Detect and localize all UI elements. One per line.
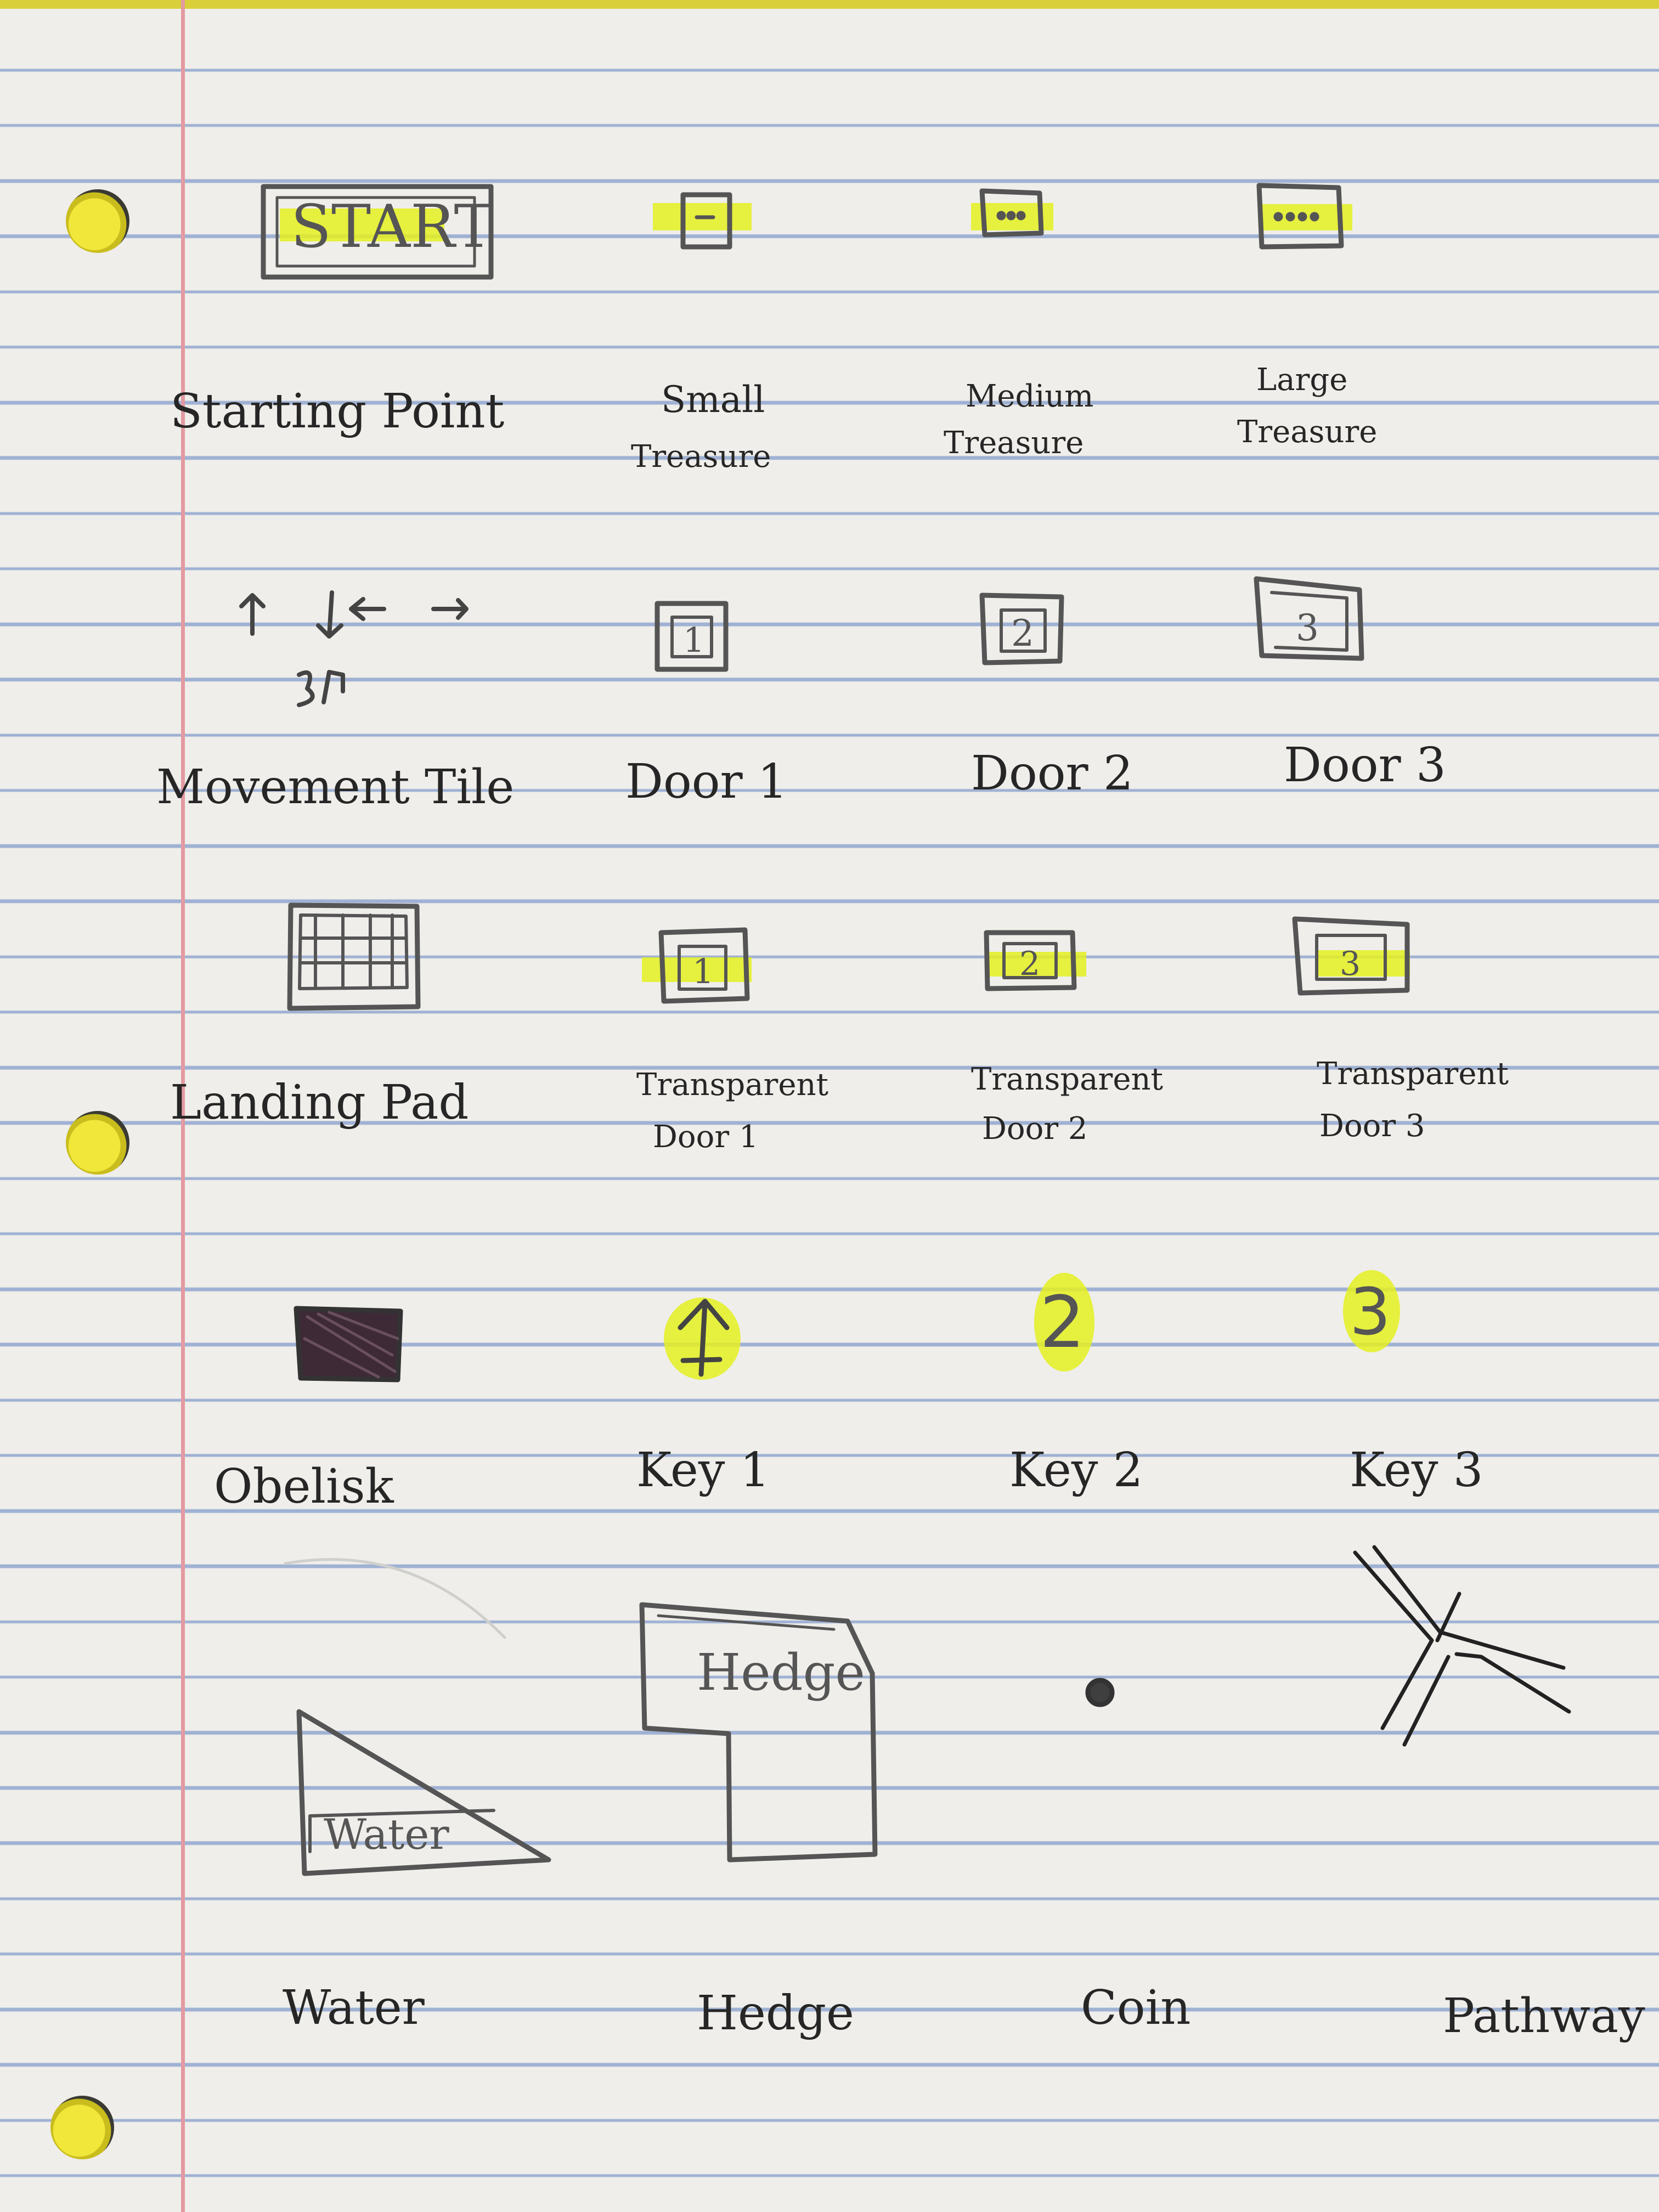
transparent-door-1-label-2: Door 1 — [653, 1119, 759, 1155]
door-1-number: 1 — [683, 620, 704, 660]
key-2-label: Key 2 — [1009, 1443, 1143, 1498]
water-label: Water — [283, 1980, 425, 2035]
medium-treasure-symbol — [971, 188, 1053, 238]
key-2-number: 2 — [1040, 1280, 1085, 1364]
transparent-door-3-symbol: 3 — [1292, 916, 1410, 996]
door-1-label: Door 1 — [625, 754, 788, 809]
key-2-symbol: 2 — [1034, 1273, 1094, 1372]
door-2-number: 2 — [1011, 612, 1034, 654]
transparent-door-3-label-2: Door 3 — [1319, 1108, 1425, 1144]
transparent-door-1-symbol: 1 — [642, 927, 752, 1004]
small-treasure-label-1: Small — [661, 379, 765, 421]
pathway-label: Pathway — [1443, 1989, 1645, 2044]
coin-symbol — [1085, 1678, 1115, 1707]
starting-point-label: Starting Point — [170, 384, 505, 439]
landing-pad-symbol — [287, 902, 421, 1011]
movement-tile-symbol — [239, 590, 469, 707]
large-treasure-label-1: Large — [1256, 362, 1348, 398]
hedge-symbol: Hedge — [639, 1602, 878, 1863]
door-3-symbol: 3 — [1254, 576, 1364, 661]
hedge-label: Hedge — [697, 1986, 854, 2041]
key-1-symbol — [664, 1297, 741, 1380]
coin-label: Coin — [1081, 1980, 1191, 2035]
large-treasure-label-2: Treasure — [1237, 414, 1378, 450]
door-2-symbol: 2 — [979, 592, 1064, 665]
movement-tile-label: Movement Tile — [156, 760, 515, 815]
start-text: START — [291, 193, 494, 261]
transparent-door-2-label-2: Door 2 — [982, 1111, 1088, 1147]
door-3-number: 3 — [1296, 607, 1319, 649]
start-symbol: START — [261, 184, 494, 280]
medium-treasure-label-1: Medium — [966, 379, 1094, 414]
transparent-door-1-number: 1 — [692, 951, 714, 991]
door-1-symbol: 1 — [654, 601, 729, 672]
large-treasure-symbol — [1256, 183, 1352, 250]
landing-pad-label: Landing Pad — [170, 1075, 469, 1130]
transparent-door-2-number: 2 — [1019, 945, 1040, 983]
medium-treasure-label-2: Treasure — [944, 425, 1084, 461]
obelisk-label: Obelisk — [214, 1459, 394, 1514]
transparent-door-3-label-1: Transparent — [1317, 1056, 1509, 1092]
transparent-door-2-label-1: Transparent — [971, 1062, 1164, 1097]
key-3-label: Key 3 — [1350, 1443, 1483, 1498]
small-treasure-symbol — [653, 192, 752, 250]
water-text: Water — [324, 1810, 449, 1859]
highlighter-mark — [1317, 950, 1410, 977]
pathway-symbol — [1353, 1545, 1571, 1747]
transparent-door-1-label-1: Transparent — [636, 1067, 829, 1103]
transparent-door-2-symbol: 2 — [984, 930, 1086, 991]
small-treasure-label-2: Treasure — [631, 439, 771, 475]
key-1-label: Key 1 — [636, 1443, 770, 1498]
key-3-symbol: 3 — [1343, 1270, 1400, 1352]
door-2-label: Door 2 — [971, 746, 1133, 801]
water-symbol: Water — [296, 1709, 551, 1876]
transparent-door-3-number: 3 — [1340, 945, 1361, 983]
erased-sketch — [284, 1558, 506, 1639]
obelisk-symbol — [294, 1306, 403, 1383]
hedge-text: Hedge — [697, 1643, 865, 1702]
door-3-label: Door 3 — [1284, 738, 1446, 793]
key-3-number: 3 — [1350, 1274, 1391, 1350]
